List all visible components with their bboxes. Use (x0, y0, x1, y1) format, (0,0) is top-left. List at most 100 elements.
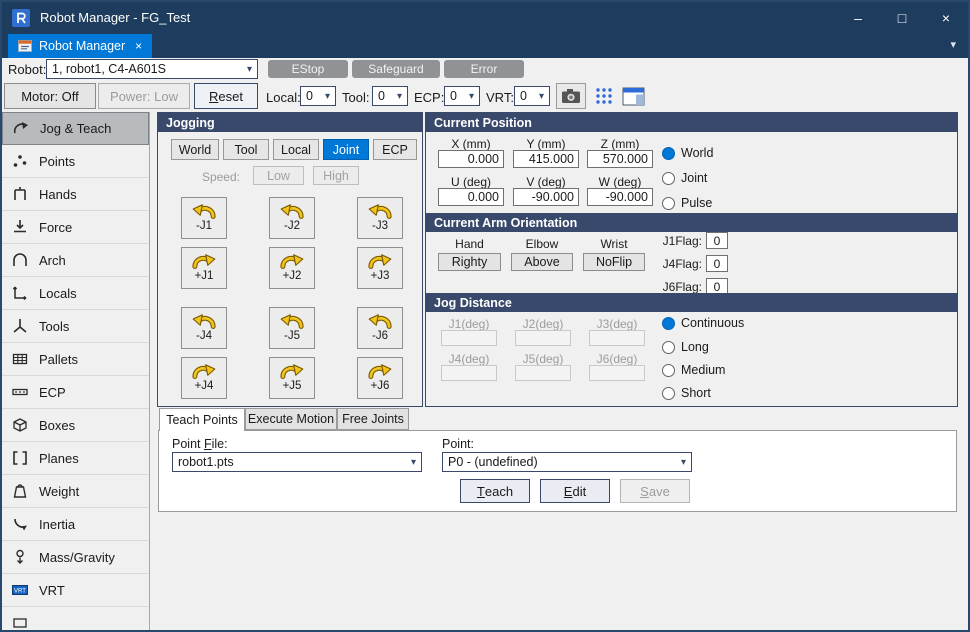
sidebar-item-hands[interactable]: Hands (2, 178, 149, 211)
sidebar-item-boxes[interactable]: Boxes (2, 409, 149, 442)
rotate-ccw-icon (279, 204, 305, 219)
edit-button[interactable]: Edit (540, 479, 610, 503)
jd-j2-field (515, 330, 571, 346)
close-button[interactable]: × (924, 2, 968, 33)
local-select[interactable]: 0 ▾ (300, 86, 336, 106)
reset-button[interactable]: Reset (194, 83, 258, 109)
robot-label: Robot: (8, 62, 46, 77)
chevron-down-icon: ▾ (464, 91, 474, 102)
hand-value: Righty (438, 253, 501, 271)
radio-continuous[interactable]: Continuous (662, 316, 744, 330)
sidebar-item-locals[interactable]: Locals (2, 277, 149, 310)
vrt-select-value: 0 (520, 89, 527, 103)
ecp-label: ECP: (414, 90, 444, 105)
rotate-cw-icon (191, 254, 217, 269)
teach-accel: T (477, 484, 485, 499)
jog-button-plus-j3[interactable]: +J3 (357, 247, 403, 289)
sidebar-item-weight[interactable]: Weight (2, 475, 149, 508)
sidebar-item-label: Planes (39, 451, 79, 466)
snapshot-button[interactable] (556, 83, 586, 109)
jog-mode-joint[interactable]: Joint (323, 139, 369, 160)
ecp-select[interactable]: 0 ▾ (444, 86, 480, 106)
jog-mode-local[interactable]: Local (273, 139, 319, 160)
jd-j6-label: J6(deg) (586, 352, 648, 366)
jog-button-minus-j4[interactable]: -J4 (181, 307, 227, 349)
jog-button-plus-j4[interactable]: +J4 (181, 357, 227, 399)
sidebar-item-vrt[interactable]: VRT VRT (2, 574, 149, 607)
sidebar-item-ecp[interactable]: ECP (2, 376, 149, 409)
jog-button-plus-j2[interactable]: +J2 (269, 247, 315, 289)
jog-button-minus-j2[interactable]: -J2 (269, 197, 315, 239)
jog-button-plus-j1[interactable]: +J1 (181, 247, 227, 289)
sidebar-item-label: VRT (39, 583, 65, 598)
point-file-select[interactable]: robot1.pts ▾ (172, 452, 422, 472)
minimize-button[interactable]: – (836, 2, 880, 33)
sidebar-item-label: Locals (39, 286, 77, 301)
jog-button-minus-j1[interactable]: -J1 (181, 197, 227, 239)
tab-robot-manager[interactable]: Robot Manager × (8, 34, 152, 58)
jog-button-label: +J1 (195, 270, 214, 282)
rotate-cw-icon (279, 254, 305, 269)
chevron-down-icon: ▾ (242, 64, 252, 75)
tab-close-icon[interactable]: × (135, 39, 142, 53)
maximize-button[interactable]: □ (880, 2, 924, 33)
jog-button-minus-j5[interactable]: -J5 (269, 307, 315, 349)
point-select[interactable]: P0 - (undefined) ▾ (442, 452, 692, 472)
rotate-ccw-icon (367, 204, 393, 219)
pos-y-value: 415.000 (513, 150, 579, 168)
jog-button-label: -J1 (196, 220, 212, 232)
sidebar-item-pallets[interactable]: Pallets (2, 343, 149, 376)
jog-pad-toggle[interactable] (592, 86, 616, 106)
elbow-label: Elbow (511, 237, 573, 251)
radio-world[interactable]: World (662, 146, 713, 160)
point-file-select-value: robot1.pts (178, 455, 234, 469)
radio-label: World (681, 146, 713, 160)
sidebar-item-arch[interactable]: Arch (2, 244, 149, 277)
jog-mode-world[interactable]: World (171, 139, 219, 160)
jog-button-plus-j5[interactable]: +J5 (269, 357, 315, 399)
sidebar-item-mass-gravity[interactable]: Mass/Gravity (2, 541, 149, 574)
tool-select[interactable]: 0 ▾ (372, 86, 408, 106)
jog-mode-ecp[interactable]: ECP (373, 139, 417, 160)
save-button: Save (620, 479, 690, 503)
jog-button-minus-j3[interactable]: -J3 (357, 197, 403, 239)
jogging-header: Jogging (158, 113, 422, 132)
tab-teach-points[interactable]: Teach Points (159, 408, 245, 431)
sidebar-item-jog-teach[interactable]: Jog & Teach (2, 112, 149, 145)
sidebar-item-points[interactable]: Points (2, 145, 149, 178)
motor-button[interactable]: Motor: Off (4, 83, 96, 109)
pos-z-label: Z (mm) (587, 137, 653, 151)
radio-short[interactable]: Short (662, 386, 711, 400)
vrt-select[interactable]: 0 ▾ (514, 86, 550, 106)
jd-j4-field (441, 365, 497, 381)
radio-dot-icon (662, 197, 675, 210)
inertia-icon (10, 515, 30, 533)
sidebar-item-label: Boxes (39, 418, 75, 433)
jog-distance-header: Jog Distance (426, 293, 957, 312)
tab-free-joints[interactable]: Free Joints (337, 408, 409, 430)
jog-button-minus-j6[interactable]: -J6 (357, 307, 403, 349)
tab-list-chevron-icon[interactable]: ▾ (950, 38, 956, 51)
teach-button[interactable]: Teach (460, 479, 530, 503)
radio-medium[interactable]: Medium (662, 363, 725, 377)
sidebar-item-tools[interactable]: Tools (2, 310, 149, 343)
radio-joint[interactable]: Joint (662, 171, 707, 185)
panel-layout-toggle[interactable] (620, 85, 646, 107)
tab-execute-motion[interactable]: Execute Motion (245, 408, 337, 430)
elbow-value: Above (511, 253, 573, 271)
rotate-ccw-icon (191, 314, 217, 329)
error-indicator: Error (444, 60, 524, 78)
sidebar-item-label: ECP (39, 385, 66, 400)
radio-long[interactable]: Long (662, 340, 709, 354)
window-panel-icon (622, 87, 645, 106)
wrist-value: NoFlip (583, 253, 645, 271)
jog-button-plus-j6[interactable]: +J6 (357, 357, 403, 399)
sidebar-item-inertia[interactable]: Inertia (2, 508, 149, 541)
sidebar-item-force[interactable]: Force (2, 211, 149, 244)
sidebar-item-planes[interactable]: Planes (2, 442, 149, 475)
robot-select[interactable]: 1, robot1, C4-A601S ▾ (46, 59, 258, 79)
point-file-label: Point File: (172, 437, 228, 451)
radio-pulse[interactable]: Pulse (662, 196, 712, 210)
sidebar-item-partial[interactable] (2, 607, 149, 630)
jog-mode-tool[interactable]: Tool (223, 139, 269, 160)
